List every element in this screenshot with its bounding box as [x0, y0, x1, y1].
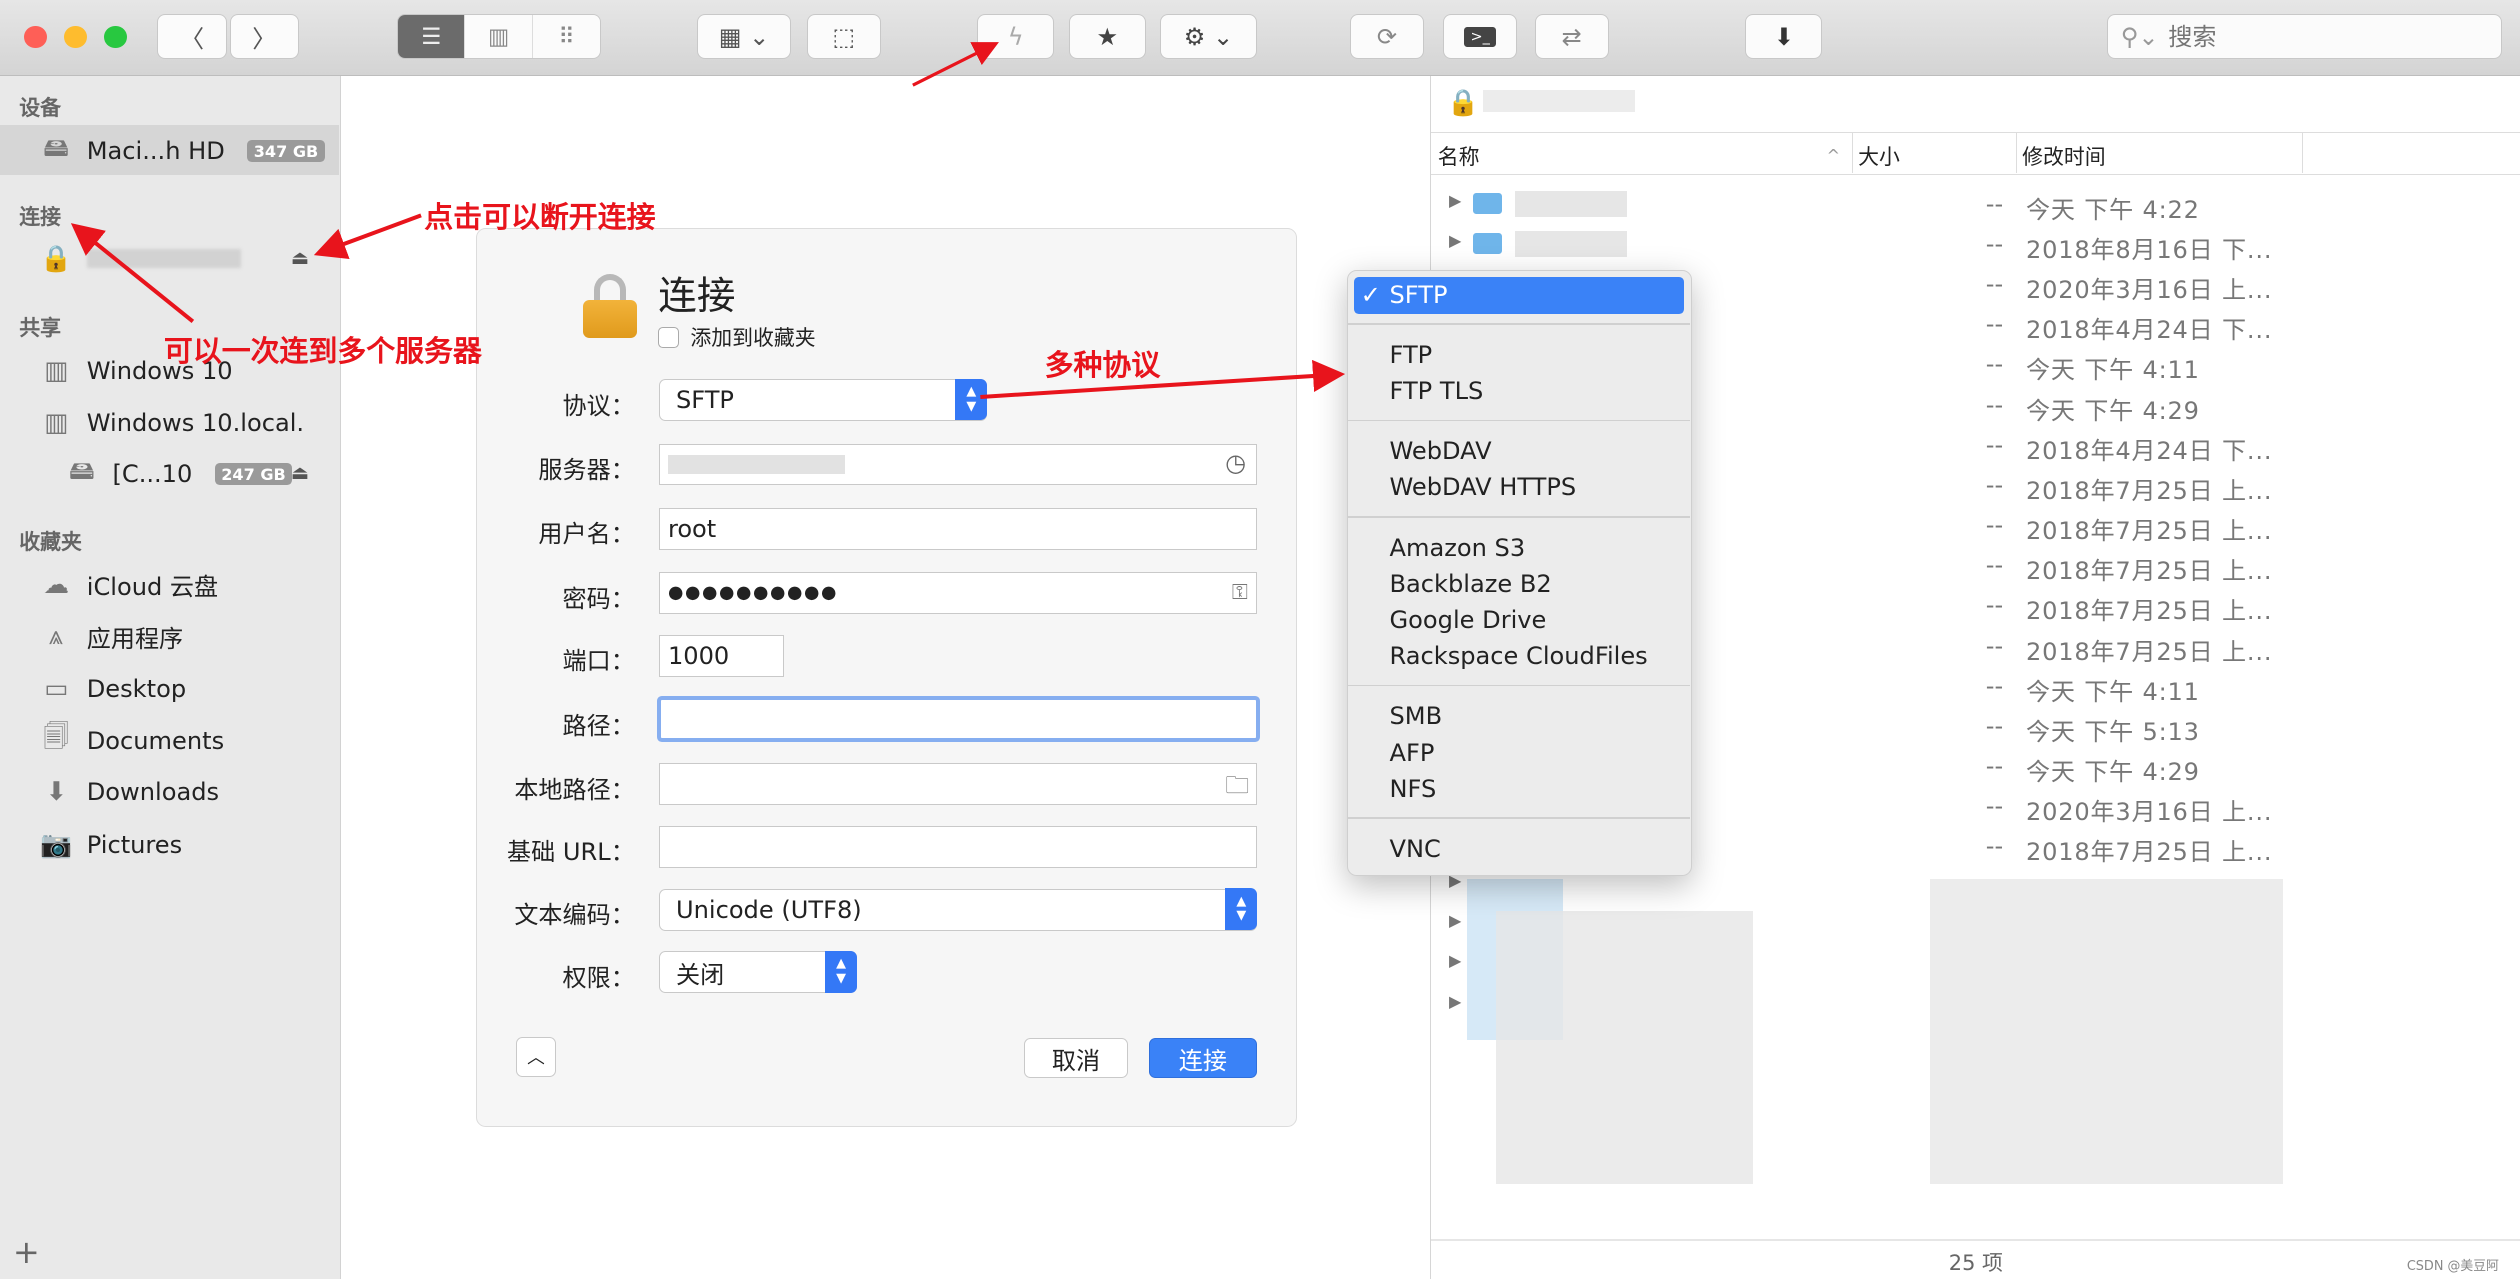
annotation-multi-server: 可以一次连到多个服务器	[163, 333, 482, 368]
annotation-arrows	[70, 42, 1346, 399]
arrow-eject	[313, 213, 422, 259]
annotation-disconnect: 点击可以断开连接	[424, 200, 656, 235]
arrow-quick-connect	[912, 42, 999, 87]
arrow-connections	[70, 223, 195, 323]
window: 〈 〉 ☰ ▥ ⠿ ▦ ⌄ ⬚ ϟ ★ ⚙ ⌄ ⟳ >_ ⇄ ⬇ ⚲⌄ 设备 🖴…	[0, 0, 2520, 1280]
annotation-protocols: 多种协议	[1044, 348, 1161, 383]
